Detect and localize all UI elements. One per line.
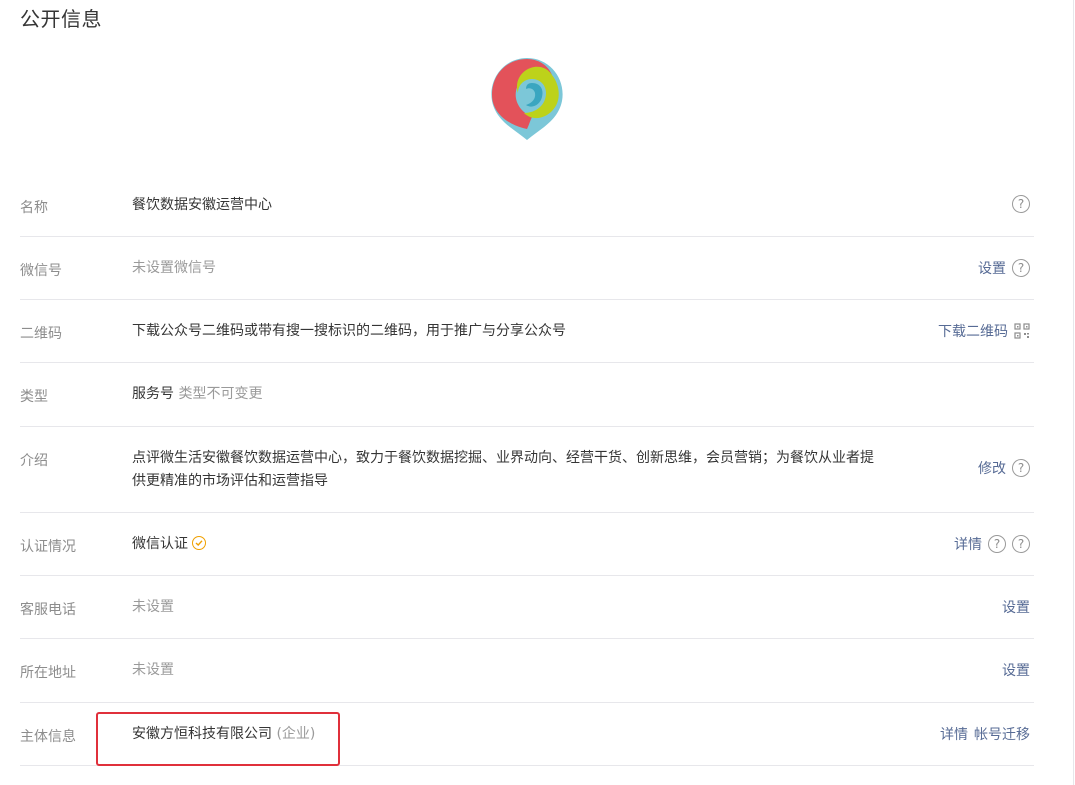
- question-circle-icon[interactable]: ?: [1012, 535, 1030, 553]
- check-circle-icon: [192, 536, 206, 550]
- type-value-wrap: 服务号 类型不可变更: [132, 383, 262, 406]
- question-circle-icon[interactable]: ?: [1012, 459, 1030, 477]
- type-label: 类型: [20, 389, 48, 405]
- phone-value: 未设置: [132, 599, 174, 615]
- row-qrcode: 二维码 下载公众号二维码或带有搜一搜标识的二维码，用于推广与分享公众号 下载二维…: [20, 300, 1034, 363]
- question-circle-icon[interactable]: ?: [988, 535, 1006, 553]
- wechat-id-label: 微信号: [20, 263, 62, 279]
- set-phone-link[interactable]: 设置: [1002, 597, 1030, 617]
- type-value: 服务号: [132, 386, 174, 402]
- download-qrcode-link[interactable]: 下载二维码: [938, 321, 1008, 341]
- set-address-link[interactable]: 设置: [1002, 660, 1030, 680]
- row-name: 名称 餐饮数据安徽运营中心 ?: [20, 174, 1034, 237]
- page-title: 公开信息: [20, 7, 102, 31]
- qrcode-label: 二维码: [20, 326, 62, 342]
- phone-label: 客服电话: [20, 602, 76, 618]
- edit-intro-link[interactable]: 修改: [978, 458, 1006, 478]
- row-intro: 介绍 点评微生活安徽餐饮数据运营中心，致力于餐饮数据挖掘、业界动向、经营干货、创…: [20, 427, 1034, 513]
- info-list: 名称 餐饮数据安徽运营中心 ? 微信号 未设置微信号 设置 ? 二维码 下载公众…: [20, 174, 1034, 766]
- account-migrate-link[interactable]: 帐号迁移: [974, 724, 1030, 744]
- intro-value: 点评微生活安徽餐饮数据运营中心，致力于餐饮数据挖掘、业界动向、经营干货、创新思维…: [132, 447, 874, 493]
- intro-line-2: 供更精准的市场评估和运营指导: [132, 473, 328, 489]
- wechat-id-value: 未设置微信号: [132, 260, 216, 276]
- name-value: 餐饮数据安徽运营中心: [132, 197, 272, 213]
- qr-code-icon[interactable]: [1014, 323, 1030, 339]
- verification-value: 微信认证: [132, 536, 188, 552]
- row-verification: 认证情况 微信认证 详情 ? ?: [20, 513, 1034, 576]
- question-circle-icon[interactable]: ?: [1012, 259, 1030, 277]
- entity-details-link[interactable]: 详情: [940, 724, 968, 744]
- highlight-box: [96, 712, 340, 766]
- intro-line-1: 点评微生活安徽餐饮数据运营中心，致力于餐饮数据挖掘、业界动向、经营干货、创新思维…: [132, 450, 874, 466]
- row-wechat-id: 微信号 未设置微信号 设置 ?: [20, 237, 1034, 300]
- intro-label: 介绍: [20, 453, 48, 469]
- panel-border: [1073, 0, 1074, 785]
- address-value: 未设置: [132, 662, 174, 678]
- row-address: 所在地址 未设置 设置: [20, 639, 1034, 703]
- account-avatar[interactable]: [488, 55, 566, 141]
- verification-value-wrap: 微信认证: [132, 533, 206, 556]
- qrcode-value: 下载公众号二维码或带有搜一搜标识的二维码，用于推广与分享公众号: [132, 323, 566, 339]
- question-circle-icon[interactable]: ?: [1012, 195, 1030, 213]
- name-label: 名称: [20, 200, 48, 216]
- verification-label: 认证情况: [20, 539, 76, 555]
- type-note: 类型不可变更: [178, 386, 263, 402]
- address-label: 所在地址: [20, 665, 76, 681]
- row-phone: 客服电话 未设置 设置: [20, 576, 1034, 639]
- set-wechat-id-link[interactable]: 设置: [978, 258, 1006, 278]
- row-type: 类型 服务号 类型不可变更: [20, 363, 1034, 427]
- entity-label: 主体信息: [20, 729, 76, 745]
- verification-details-link[interactable]: 详情: [954, 534, 982, 554]
